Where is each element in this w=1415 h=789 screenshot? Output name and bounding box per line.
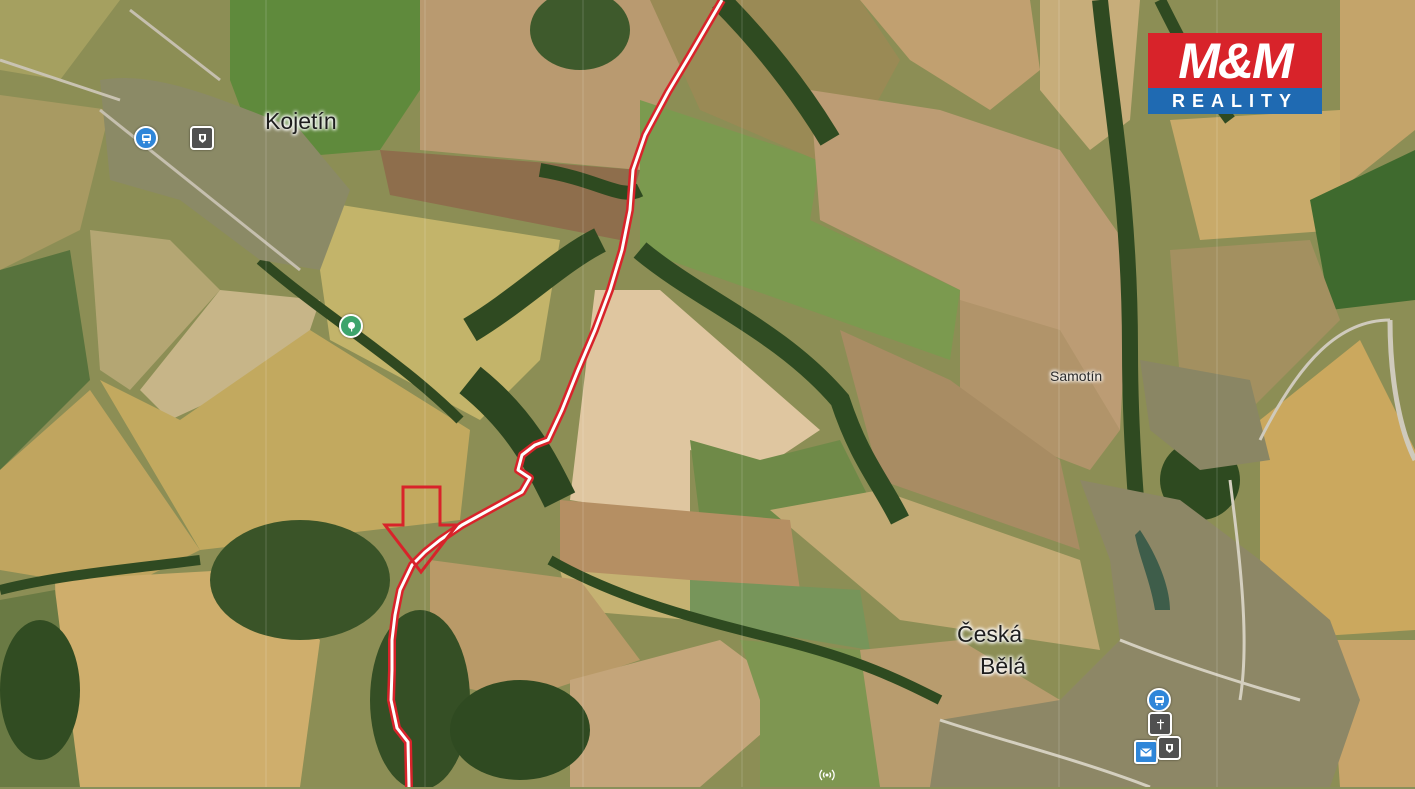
post-office-icon[interactable] [1134, 740, 1158, 764]
place-label-ceska-bela-line2: Bělá [980, 653, 1027, 679]
forest [450, 680, 590, 780]
place-label-ceska-bela-line1: Česká [957, 621, 1023, 647]
forest [0, 620, 80, 760]
town-hall-icon[interactable] [1157, 736, 1181, 760]
bus-stop-icon[interactable] [1147, 688, 1171, 712]
mm-reality-logo[interactable]: M&M REALITY [1148, 33, 1322, 116]
bus-stop-icon[interactable] [134, 126, 158, 150]
tree-icon[interactable] [339, 314, 363, 338]
logo-top-text: M&M [1148, 33, 1322, 89]
forest [370, 610, 470, 787]
town-hall-icon[interactable] [190, 126, 214, 150]
antenna-icon[interactable] [818, 766, 836, 784]
forest [210, 520, 390, 640]
church-icon[interactable] [1148, 712, 1172, 736]
satellite-map[interactable] [0, 0, 1415, 787]
place-label-kojetin: Kojetín [265, 108, 337, 134]
logo-bottom-text: REALITY [1148, 88, 1322, 114]
place-label-samotin: Samotín [1050, 368, 1103, 384]
